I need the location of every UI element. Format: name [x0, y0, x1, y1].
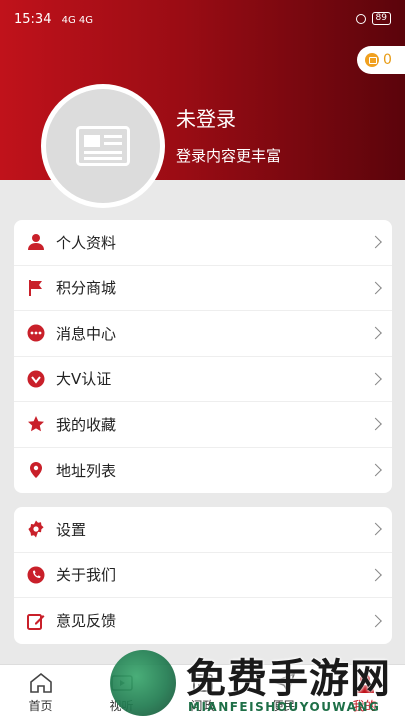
send-icon [271, 672, 295, 694]
signal-text: 4G 4G [61, 15, 94, 26]
message-icon [26, 323, 46, 343]
settings-icon [26, 519, 46, 539]
menu-label: 我的收藏 [56, 415, 117, 434]
avatar[interactable] [41, 84, 165, 208]
chevron-right-icon [369, 463, 382, 477]
status-right: 89 [355, 12, 391, 25]
menu-item-about[interactable]: 关于我们 [14, 553, 392, 599]
menu-label: 个人资料 [56, 233, 117, 252]
menu-card-secondary: 设置 关于我们 意见反馈 [14, 507, 392, 644]
tab-label: 便民 [271, 699, 296, 713]
status-bar: 15:34 4G 4G 89 [0, 0, 405, 40]
star-icon [26, 414, 46, 434]
status-time: 15:34 [14, 12, 52, 27]
tab-video[interactable]: 视听 [81, 665, 162, 720]
bottom-tab-bar: 首页 视听 问政 便民 我的 [0, 664, 405, 720]
points-button[interactable]: 0 [357, 46, 405, 74]
menu-label: 地址列表 [56, 461, 117, 480]
location-icon [26, 460, 46, 480]
menu-item-points-mall[interactable]: 积分商城 [14, 266, 392, 311]
tab-label: 视听 [109, 699, 134, 713]
menu-item-favorites[interactable]: 我的收藏 [14, 402, 392, 448]
chevron-right-icon [369, 372, 382, 386]
tab-inquiry[interactable]: 问政 [162, 665, 243, 720]
tab-label: 问政 [190, 699, 215, 713]
chevron-right-icon [369, 235, 382, 249]
chevron-right-icon [369, 522, 382, 536]
phone-icon [26, 565, 46, 585]
tab-home[interactable]: 首页 [0, 665, 81, 720]
chevron-right-icon [369, 281, 382, 295]
chevron-right-icon [369, 568, 382, 582]
menu-item-feedback[interactable]: 意见反馈 [14, 598, 392, 644]
menu-item-addresses[interactable]: 地址列表 [14, 448, 392, 494]
person-icon [26, 232, 46, 252]
user-name[interactable]: 未登录 [176, 103, 236, 132]
chevron-right-icon [369, 417, 382, 431]
coin-icon [365, 53, 379, 67]
menu-label: 关于我们 [56, 566, 117, 585]
menu-item-settings[interactable]: 设置 [14, 507, 392, 553]
menu-label: 设置 [56, 520, 87, 539]
tab-label: 我的 [352, 699, 377, 713]
chevron-right-icon [369, 326, 382, 340]
profile-icon [355, 674, 374, 693]
menu-item-messages[interactable]: 消息中心 [14, 311, 392, 357]
menu-label: 大V认证 [56, 370, 112, 389]
menu-item-profile[interactable]: 个人资料 [14, 220, 392, 266]
edit-icon [26, 611, 46, 631]
battery-indicator: 89 [371, 12, 391, 25]
inquiry-icon [192, 674, 213, 692]
tab-mine[interactable]: 我的 [324, 665, 405, 720]
alarm-icon [355, 13, 366, 24]
menu-card-main: 个人资料 积分商城 消息中心 大V认证 我的收藏 地址列表 [14, 220, 392, 493]
points-value: 0 [383, 52, 392, 68]
menu-label: 意见反馈 [56, 612, 117, 631]
chevron-right-icon [369, 614, 382, 628]
home-icon [29, 672, 52, 693]
video-icon [110, 675, 133, 691]
flag-icon [26, 278, 46, 298]
tab-label: 首页 [28, 699, 53, 713]
login-prompt[interactable]: 登录内容更丰富 [176, 145, 281, 166]
news-placeholder-icon [76, 126, 130, 166]
menu-label: 消息中心 [56, 324, 117, 343]
verify-icon [26, 369, 46, 389]
menu-label: 积分商城 [56, 279, 117, 298]
menu-item-verification[interactable]: 大V认证 [14, 357, 392, 402]
tab-convenience[interactable]: 便民 [243, 665, 324, 720]
avatar-placeholder [46, 89, 160, 203]
